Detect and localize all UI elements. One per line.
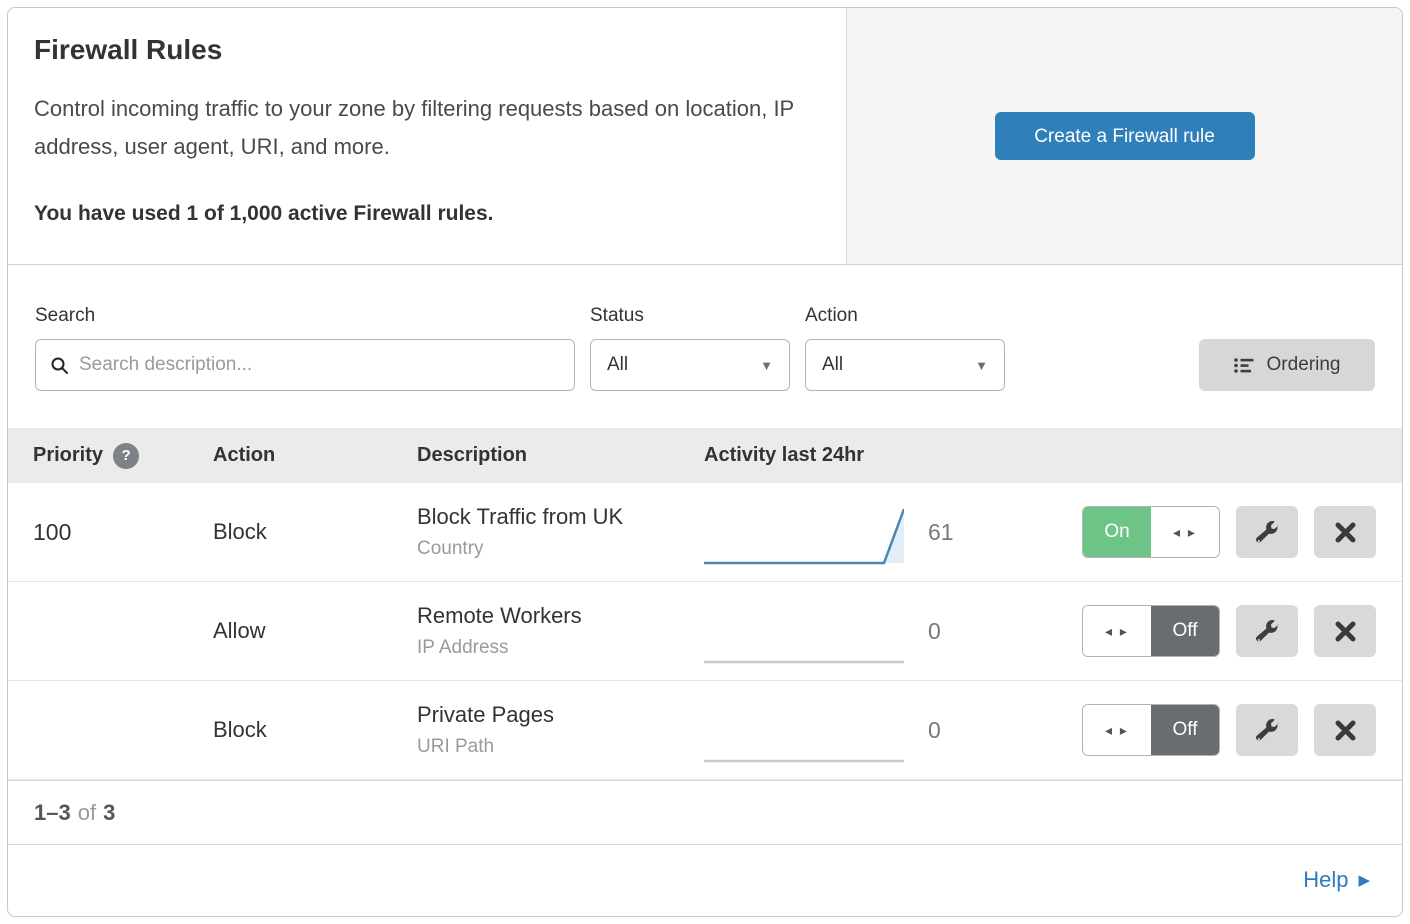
- wrench-icon: [1256, 521, 1279, 544]
- wrench-icon: [1256, 620, 1279, 643]
- toggle-off-label: Off: [1151, 606, 1219, 656]
- delete-rule-button[interactable]: [1314, 506, 1376, 558]
- action-select[interactable]: All ▼: [805, 339, 1005, 391]
- pagination-range: 1–3: [34, 800, 71, 826]
- close-icon: [1335, 720, 1356, 741]
- delete-rule-button[interactable]: [1314, 605, 1376, 657]
- pagination-bar: 1–3 of 3: [8, 780, 1402, 844]
- ordering-button-label: Ordering: [1267, 354, 1341, 376]
- column-header-activity: Activity last 24hr: [704, 444, 1004, 467]
- delete-rule-button[interactable]: [1314, 704, 1376, 756]
- usage-summary: You have used 1 of 1,000 active Firewall…: [34, 202, 806, 226]
- header-section: Firewall Rules Control incoming traffic …: [8, 8, 1402, 265]
- close-icon: [1335, 621, 1356, 642]
- search-input[interactable]: [79, 354, 560, 376]
- create-firewall-rule-button[interactable]: Create a Firewall rule: [995, 112, 1255, 160]
- rule-description-cell: Private Pages URI Path: [417, 702, 704, 758]
- rule-enabled-toggle[interactable]: On ◂ ▸: [1082, 506, 1220, 558]
- rule-description: Block Traffic from UK: [417, 504, 704, 530]
- pagination-of-label: of: [78, 800, 96, 826]
- chevron-down-icon: ▼: [760, 358, 773, 373]
- filter-bar: Search Status All ▼ Action All ▼: [8, 265, 1402, 428]
- rule-enabled-toggle[interactable]: ◂ ▸ Off: [1082, 704, 1220, 756]
- edit-rule-button[interactable]: [1236, 704, 1298, 756]
- rule-match-type: IP Address: [417, 637, 704, 659]
- search-label: Search: [35, 305, 575, 327]
- header-text-block: Firewall Rules Control incoming traffic …: [8, 8, 846, 264]
- close-icon: [1335, 522, 1356, 543]
- activity-sparkline: [704, 598, 914, 664]
- table-row: 100 Block Block Traffic from UK Country …: [8, 483, 1402, 582]
- table-row: Allow Remote Workers IP Address 0 ◂ ▸ Of…: [8, 582, 1402, 681]
- toggle-drag-icon: ◂ ▸: [1083, 606, 1151, 656]
- create-rule-panel: Create a Firewall rule: [846, 8, 1402, 264]
- help-link-label: Help: [1303, 867, 1348, 893]
- edit-rule-button[interactable]: [1236, 605, 1298, 657]
- status-label: Status: [590, 305, 790, 327]
- status-selected-value: All: [607, 354, 628, 376]
- table-header-row: Priority ? Action Description Activity l…: [8, 428, 1402, 483]
- activity-count: 0: [914, 618, 1004, 645]
- rule-description: Private Pages: [417, 702, 704, 728]
- rule-match-type: Country: [417, 538, 704, 560]
- rule-action: Allow: [213, 618, 417, 644]
- help-bar: Help ▶: [8, 844, 1402, 915]
- rule-description-cell: Remote Workers IP Address: [417, 603, 704, 659]
- page-title: Firewall Rules: [34, 34, 806, 66]
- toggle-off-label: Off: [1151, 705, 1219, 755]
- activity-count: 61: [914, 519, 1004, 546]
- rule-priority: 100: [33, 519, 213, 546]
- page-description: Control incoming traffic to your zone by…: [34, 90, 804, 166]
- toggle-drag-icon: ◂ ▸: [1083, 705, 1151, 755]
- rule-action: Block: [213, 717, 417, 743]
- status-select[interactable]: All ▼: [590, 339, 790, 391]
- help-question-icon[interactable]: ?: [113, 443, 139, 469]
- arrow-right-icon: ▶: [1358, 871, 1370, 889]
- rule-description: Remote Workers: [417, 603, 704, 629]
- toggle-on-label: On: [1083, 507, 1151, 557]
- rule-controls: ◂ ▸ Off: [1004, 605, 1376, 657]
- rule-enabled-toggle[interactable]: ◂ ▸ Off: [1082, 605, 1220, 657]
- activity-sparkline: [704, 499, 914, 565]
- action-label: Action: [805, 305, 1005, 327]
- activity-count: 0: [914, 717, 1004, 744]
- rule-action: Block: [213, 519, 417, 545]
- edit-rule-button[interactable]: [1236, 506, 1298, 558]
- search-group: Search: [35, 305, 575, 391]
- status-filter-group: Status All ▼: [590, 305, 790, 391]
- rule-description-cell: Block Traffic from UK Country: [417, 504, 704, 560]
- activity-sparkline: [704, 697, 914, 763]
- firewall-rules-card: Firewall Rules Control incoming traffic …: [7, 7, 1403, 917]
- list-icon: [1234, 357, 1255, 374]
- help-link[interactable]: Help ▶: [1303, 867, 1370, 893]
- search-icon: [50, 356, 69, 375]
- column-header-description: Description: [417, 444, 704, 467]
- wrench-icon: [1256, 719, 1279, 742]
- column-header-priority: Priority ?: [33, 443, 213, 469]
- rule-controls: On ◂ ▸: [1004, 506, 1376, 558]
- table-row: Block Private Pages URI Path 0 ◂ ▸ Off: [8, 681, 1402, 780]
- chevron-down-icon: ▼: [975, 358, 988, 373]
- pagination-total: 3: [103, 800, 115, 826]
- rule-match-type: URI Path: [417, 736, 704, 758]
- action-filter-group: Action All ▼: [805, 305, 1005, 391]
- search-box: [35, 339, 575, 391]
- toggle-drag-icon: ◂ ▸: [1151, 507, 1219, 557]
- rule-controls: ◂ ▸ Off: [1004, 704, 1376, 756]
- ordering-button[interactable]: Ordering: [1199, 339, 1375, 391]
- action-selected-value: All: [822, 354, 843, 376]
- column-header-action: Action: [213, 444, 417, 467]
